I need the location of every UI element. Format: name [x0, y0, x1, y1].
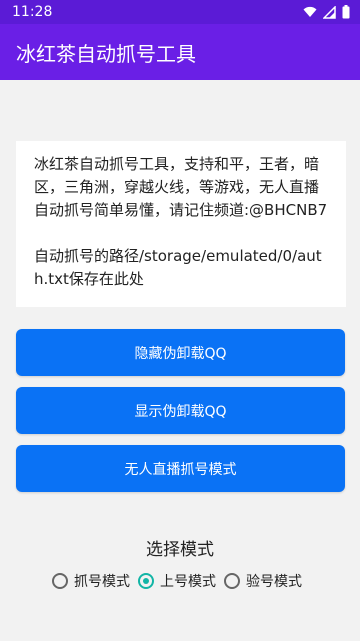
radio-label: 上号模式 [160, 574, 216, 590]
info-description: 冰红茶自动抓号工具，支持和平，王者，暗区，三角洲，穿越火线，等游戏，无人直播自动… [34, 155, 328, 219]
show-uninstall-qq-button[interactable]: 显示伪卸载QQ [16, 387, 345, 434]
radio-login-mode[interactable]: 上号模式 [138, 571, 216, 591]
battery-icon [342, 5, 350, 19]
radio-circle[interactable] [224, 573, 240, 589]
status-bar: 11:28 [0, 0, 360, 24]
hide-uninstall-qq-button[interactable]: 隐藏伪卸载QQ [16, 329, 345, 376]
radio-grab-mode[interactable]: 抓号模式 [52, 571, 130, 591]
radio-circle[interactable] [52, 573, 68, 589]
mode-title: 选择模式 [146, 540, 214, 560]
radio-label: 抓号模式 [74, 574, 130, 590]
info-card: 冰红茶自动抓号工具，支持和平，王者，暗区，三角洲，穿越火线，等游戏，无人直播自动… [16, 141, 346, 307]
status-time: 11:28 [12, 4, 53, 20]
mode-radio-group: 抓号模式 上号模式 验号模式 [52, 571, 310, 591]
radio-label: 验号模式 [246, 574, 302, 590]
radio-verify-mode[interactable]: 验号模式 [224, 571, 302, 591]
radio-circle[interactable] [138, 573, 154, 589]
signal-icon [323, 5, 336, 19]
status-icons [303, 5, 350, 19]
app-title: 冰红茶自动抓号工具 [16, 41, 196, 66]
wifi-icon [303, 6, 317, 17]
info-path: 自动抓号的路径/storage/emulated/0/auth.txt保存在此处 [34, 247, 322, 288]
live-mode-button[interactable]: 无人直播抓号模式 [16, 445, 345, 492]
app-bar: 冰红茶自动抓号工具 [0, 24, 360, 80]
